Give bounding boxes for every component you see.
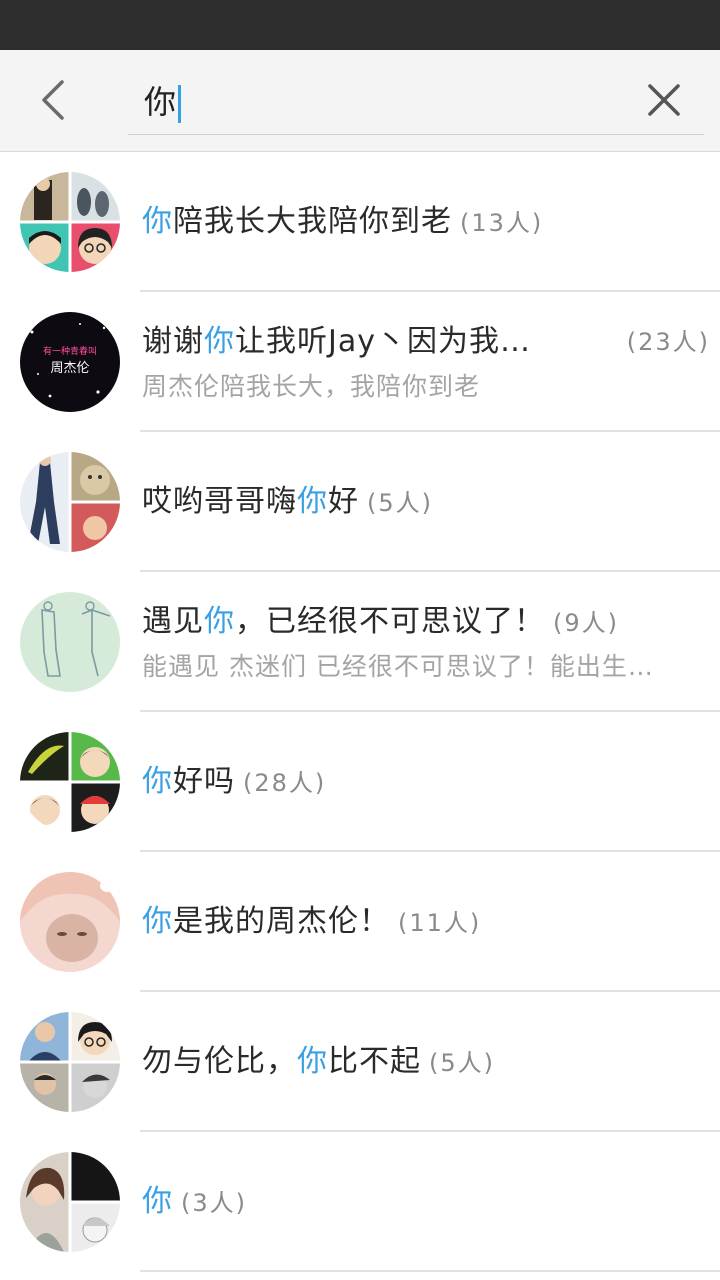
member-count: (5人) [367,489,433,517]
list-item[interactable]: 勿与伦比，你比不起 (5人) [0,992,720,1132]
group-name: 哎哟哥哥嗨你好 (5人) [142,484,433,519]
group-avatar [20,732,120,832]
list-item[interactable]: 有一种青春叫 周杰伦 谢谢你让我听Jay丶因为我… (23人) 周杰伦陪我长大，… [0,292,720,432]
avatar-text-line1: 有一种青春叫 [43,345,97,357]
chevron-left-icon [42,80,64,120]
group-name: 勿与伦比，你比不起 (5人) [142,1044,495,1079]
list-item[interactable]: 你好吗 (28人) [0,712,720,852]
back-button[interactable] [28,72,78,128]
group-avatar [20,1152,120,1252]
search-header: 你 [0,50,720,152]
member-count: (5人) [429,1049,495,1077]
member-count: (3人) [181,1189,247,1217]
search-input[interactable]: 你 [128,70,704,135]
search-query-text: 你 [144,82,182,123]
list-item[interactable]: 遇见你，已经很不可思议了！ (9人) 能遇见 杰迷们 已经很不可思议了！能出生… [0,572,720,712]
member-count: (13人) [460,209,544,237]
search-results-list: 你陪我长大我陪你到老 (13人) 有一种青春叫 周杰伦 谢谢你让我听Jay丶因为我… [0,152,720,1272]
member-count: (28人) [243,769,327,797]
status-bar [0,0,720,50]
group-name: 你陪我长大我陪你到老 (13人) [142,204,544,239]
member-count: (9人) [553,609,619,637]
group-description: 周杰伦陪我长大，我陪你到老 [142,372,481,401]
group-avatar [20,592,120,692]
group-avatar [20,1012,120,1112]
list-item[interactable]: 哎哟哥哥嗨你好 (5人) [0,432,720,572]
group-description: 能遇见 杰迷们 已经很不可思议了！能出生… [142,652,654,681]
divider [140,1270,720,1272]
list-item[interactable]: 你是我的周杰伦！ (11人) [0,852,720,992]
group-name: 你好吗 (28人) [142,764,327,799]
list-item[interactable]: 你 (3人) [0,1132,720,1272]
group-avatar [20,172,120,272]
member-count: (23人) [626,328,710,356]
group-avatar [20,872,120,972]
group-avatar [20,452,120,552]
text-caret [178,85,182,123]
group-name: 谢谢你让我听Jay丶因为我… [142,324,531,359]
avatar-text-line2: 周杰伦 [50,361,89,376]
list-item[interactable]: 你陪我长大我陪你到老 (13人) [0,152,720,292]
group-name: 你 (3人) [142,1184,247,1219]
clear-search-button[interactable] [640,76,688,124]
group-name: 你是我的周杰伦！ (11人) [142,904,482,939]
group-avatar: 有一种青春叫 周杰伦 [20,312,120,412]
close-icon [648,84,680,116]
member-count: (11人) [398,909,482,937]
group-name: 遇见你，已经很不可思议了！ (9人) [142,604,619,639]
